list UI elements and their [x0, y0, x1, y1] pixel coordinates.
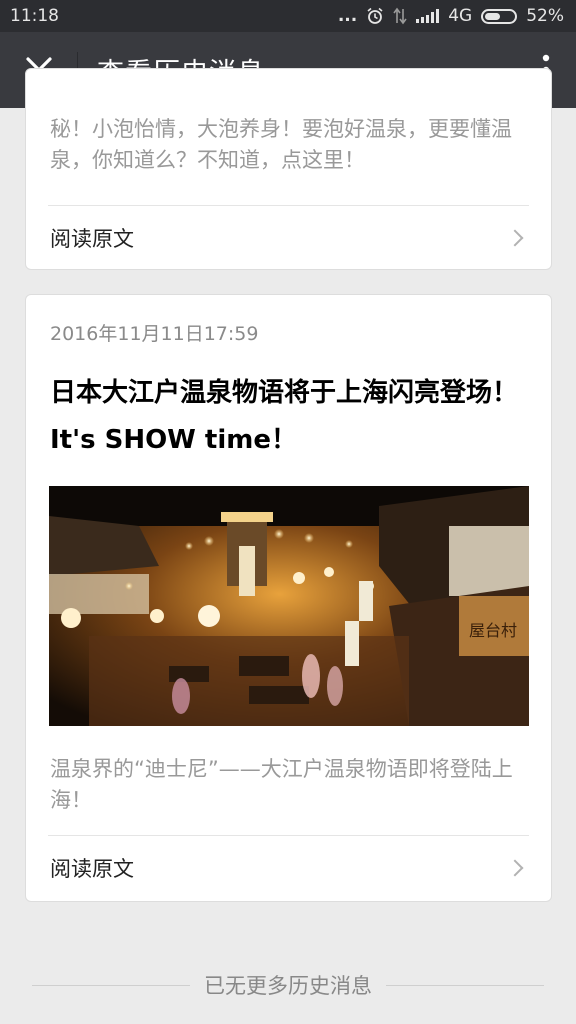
data-transfer-icon — [393, 7, 407, 25]
read-original-label: 阅读原文 — [50, 857, 134, 881]
chevron-right-icon — [506, 859, 524, 877]
signal-icon — [416, 9, 440, 23]
article-summary: 秘！小泡怡情，大泡养身！要泡好温泉，更要懂温泉，你知道么？不知道，点这里！ — [50, 117, 512, 172]
network-type: 4G — [448, 6, 473, 26]
read-original-link[interactable]: 阅读原文 — [50, 206, 527, 270]
shop-sign: 屋台村 — [469, 621, 517, 640]
alarm-icon — [367, 7, 383, 24]
chevron-right-icon — [506, 229, 524, 247]
battery-percent: 52% — [526, 6, 564, 26]
status-bar: 11:18 ... 4G 52% — [0, 0, 576, 32]
divider-line — [386, 984, 544, 986]
article-card[interactable]: 2016年11月11日17:59 日本大江户温泉物语将于上海闪亮登场！It's … — [25, 294, 552, 902]
article-title[interactable]: 日本大江户温泉物语将于上海闪亮登场！It's SHOW time！ — [50, 370, 529, 464]
divider-line — [32, 984, 190, 986]
article-cover-image[interactable]: 屋台村 — [49, 486, 529, 726]
read-original-label: 阅读原文 — [50, 227, 134, 251]
battery-icon — [481, 8, 518, 24]
end-of-history: 已无更多历史消息 — [32, 963, 544, 1007]
article-summary: 温泉界的“迪士尼”——大江户温泉物语即将登陆上海！ — [50, 757, 513, 812]
status-icons: ... 4G 52% — [338, 6, 564, 26]
status-dots: ... — [337, 6, 358, 26]
article-card[interactable]: 秘！小泡怡情，大泡养身！要泡好温泉，更要懂温泉，你知道么？不知道，点这里！ 阅读… — [25, 68, 552, 270]
onsen-night-scene-image: 屋台村 — [49, 486, 529, 726]
status-time: 11:18 — [10, 6, 59, 26]
read-original-link[interactable]: 阅读原文 — [50, 836, 527, 900]
article-date: 2016年11月11日17:59 — [50, 323, 259, 345]
no-more-history-text: 已无更多历史消息 — [204, 974, 372, 998]
battery-level — [485, 12, 501, 20]
